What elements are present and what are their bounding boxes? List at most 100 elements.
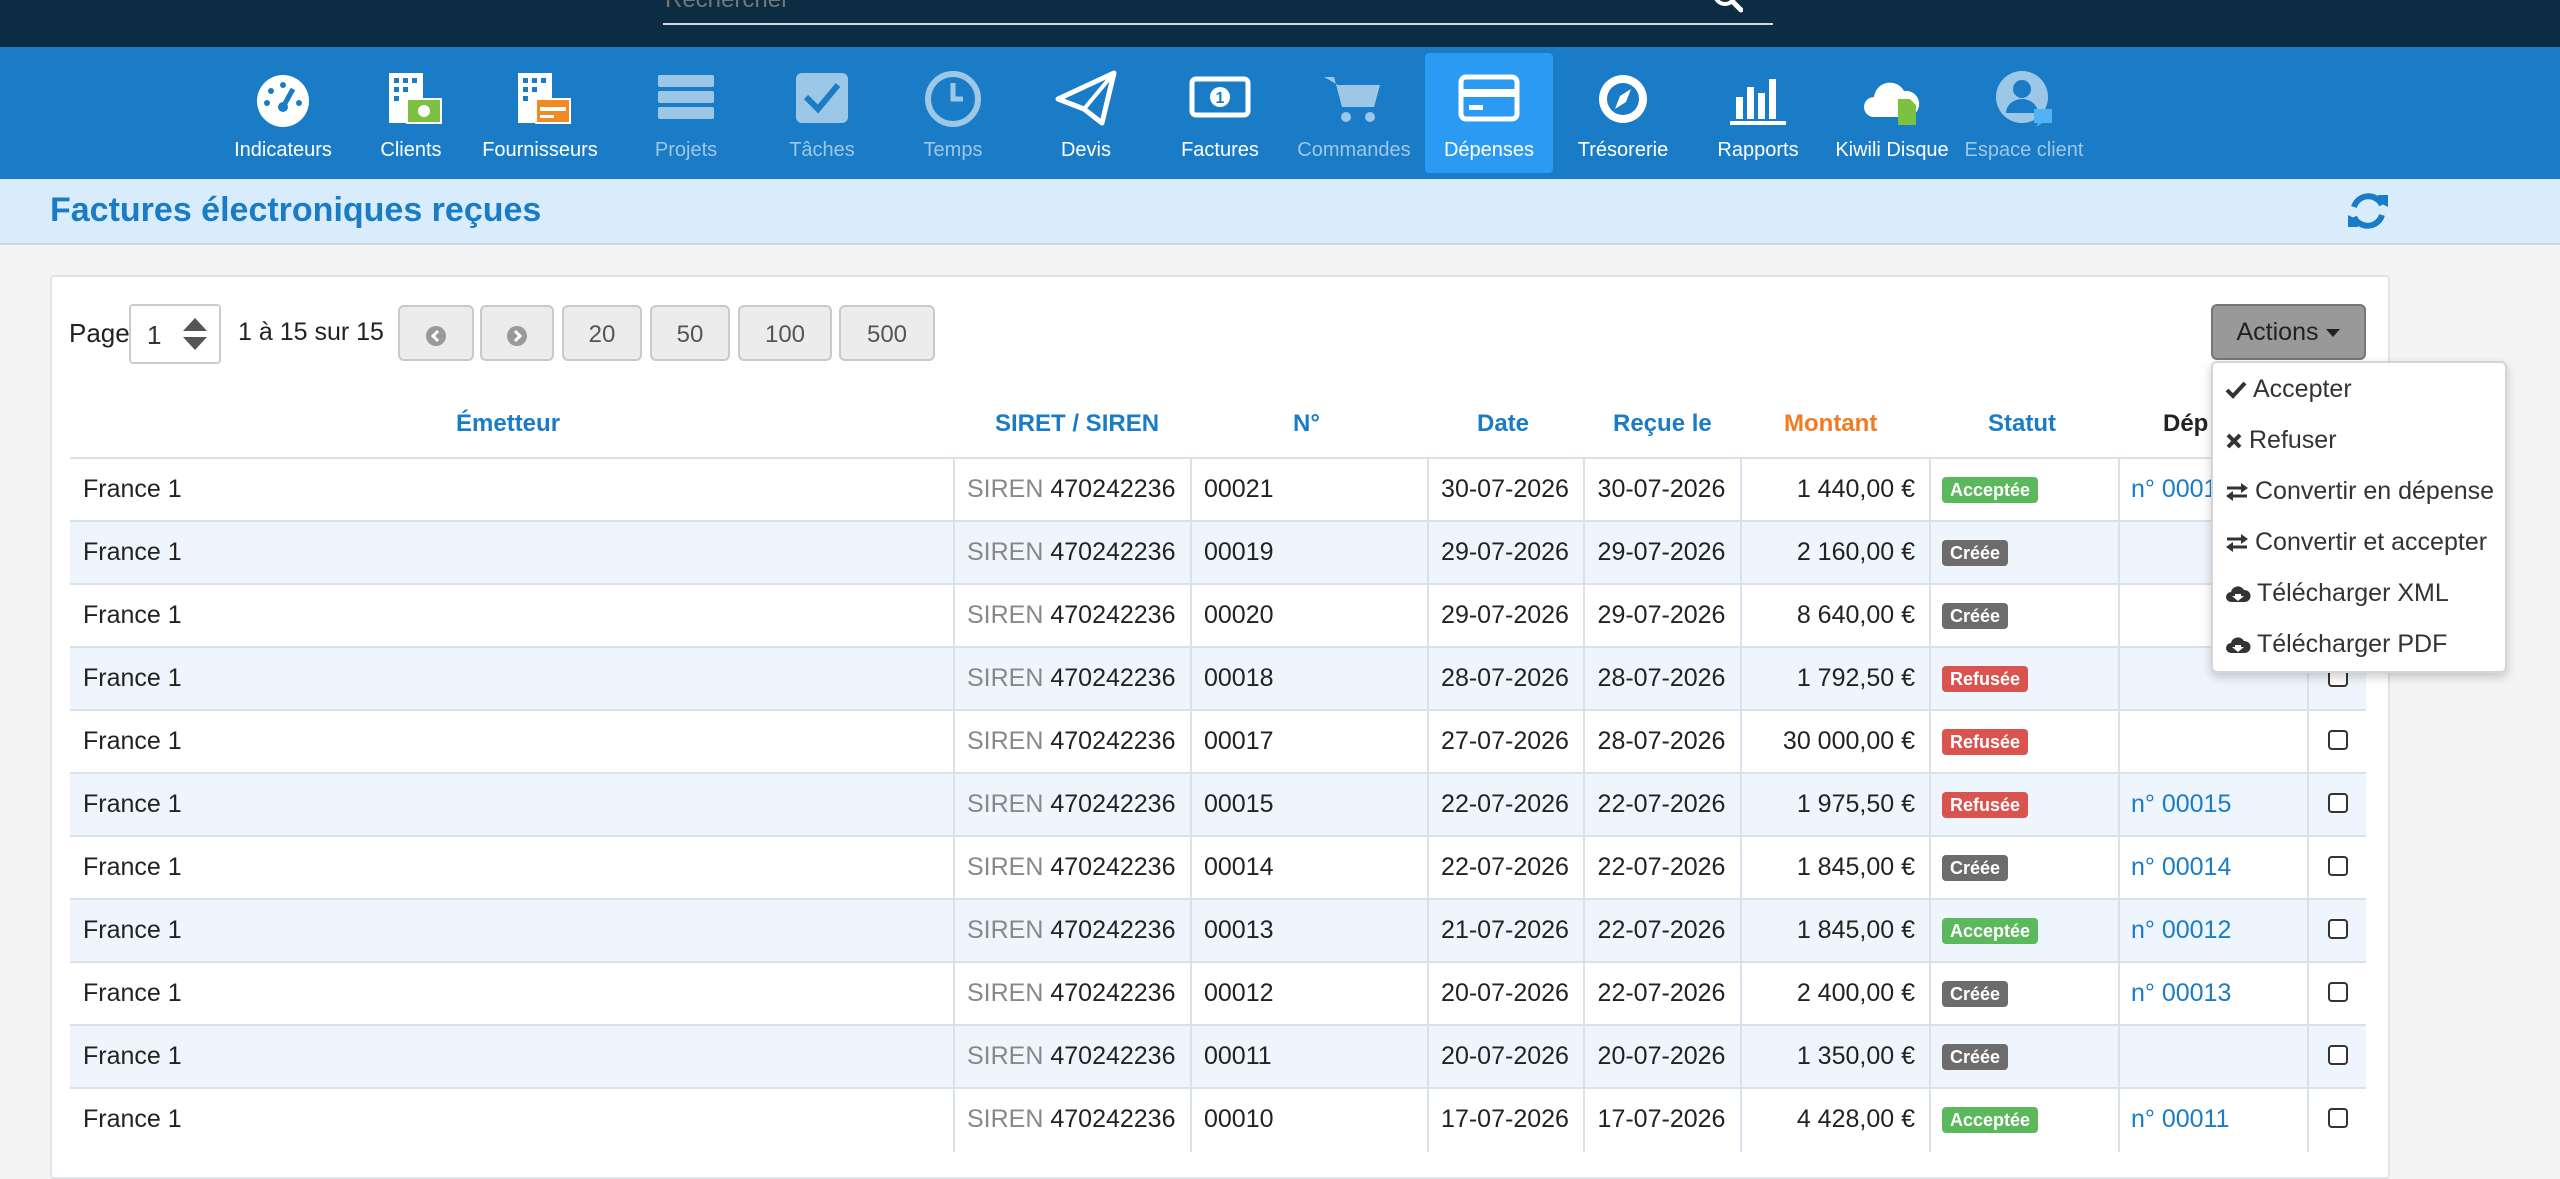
cell-date: 21-07-2026 — [1441, 916, 1569, 944]
cell-siren: SIREN 470242236 — [967, 837, 1176, 898]
column-divider — [2307, 774, 2309, 837]
nav-item-dépenses[interactable]: Dépenses — [1425, 53, 1553, 173]
nav-item-indicateurs[interactable]: Indicateurs — [219, 53, 347, 173]
column-divider — [1190, 585, 1192, 648]
col-depense[interactable]: Dép — [2163, 410, 2208, 438]
cell-numero: 00013 — [1204, 916, 1274, 944]
page-select-value: 1 — [147, 320, 162, 350]
col-statut[interactable]: Statut — [1988, 410, 2056, 438]
nav-item-fournisseurs[interactable]: Fournisseurs — [476, 53, 604, 173]
col-date[interactable]: Date — [1477, 410, 1529, 438]
nav-item-commandes[interactable]: Commandes — [1290, 53, 1418, 173]
search-input[interactable] — [663, 0, 1687, 14]
nav-item-temps[interactable]: Temps — [889, 53, 1017, 173]
table-row[interactable]: France 1 SIREN 470242236 00019 29-07-2026 29… — [70, 520, 2366, 585]
search-icon[interactable] — [1713, 0, 1743, 16]
dashboard-icon — [257, 75, 309, 127]
cell-depense-link[interactable]: n° 00012 — [2131, 900, 2231, 961]
col-emetteur[interactable]: Émetteur — [456, 410, 560, 438]
row-checkbox[interactable] — [2328, 982, 2348, 1002]
menu-item-convertir-depense[interactable]: Convertir en dépense — [2225, 471, 2494, 511]
table-row[interactable]: France 1 SIREN 470242236 00011 20-07-2026 20… — [70, 1024, 2366, 1089]
cell-date: 22-07-2026 — [1441, 790, 1569, 818]
table-row[interactable]: France 1 SIREN 470242236 00021 30-07-2026 30… — [70, 457, 2366, 522]
page-select[interactable]: 1 — [129, 304, 221, 364]
table-row[interactable]: France 1 SIREN 470242236 00014 22-07-2026 22… — [70, 835, 2366, 900]
cell-numero: 00017 — [1204, 727, 1274, 755]
menu-item-convertir-accepter[interactable]: Convertir et accepter — [2225, 522, 2487, 562]
menu-item-telecharger-pdf[interactable]: Télécharger PDF — [2225, 624, 2447, 664]
actions-button[interactable]: Actions — [2211, 304, 2366, 360]
row-checkbox[interactable] — [2328, 730, 2348, 750]
cell-emetteur: France 1 — [83, 853, 182, 881]
menu-item-telecharger-xml[interactable]: Télécharger XML — [2225, 573, 2449, 613]
column-divider — [1929, 585, 1931, 648]
table-row[interactable]: France 1 SIREN 470242236 00017 27-07-2026 28… — [70, 709, 2366, 774]
refresh-icon[interactable] — [2344, 187, 2392, 235]
nav-item-tâches[interactable]: Tâches — [758, 53, 886, 173]
siren-prefix: SIREN — [967, 853, 1044, 881]
column-divider — [1929, 837, 1931, 900]
nav-item-projets[interactable]: Projets — [622, 53, 750, 173]
prev-page-button[interactable] — [398, 305, 474, 361]
menu-item-accepter[interactable]: Accepter — [2225, 369, 2352, 409]
cell-emetteur: France 1 — [83, 1042, 182, 1070]
table-row[interactable]: France 1 SIREN 470242236 00010 17-07-2026 17… — [70, 1087, 2366, 1152]
cell-montant: 1 792,50 € — [1796, 664, 1915, 692]
nav-item-espace-client[interactable]: Espace client — [1960, 53, 2088, 173]
siren-prefix: SIREN — [967, 916, 1044, 944]
cell-depense-link[interactable]: n° 00013 — [2131, 963, 2231, 1024]
nav-item-kiwili-disque[interactable]: Kiwili Disque — [1828, 53, 1956, 173]
nav-item-clients[interactable]: Clients — [347, 53, 475, 173]
table-row[interactable]: France 1 SIREN 470242236 00020 29-07-2026 29… — [70, 583, 2366, 648]
next-page-button[interactable] — [480, 305, 554, 361]
main-nav: Indicateurs Clients Fournisseurs Projets Tâc… — [0, 47, 2560, 179]
cloud-download-icon — [2226, 637, 2251, 654]
col-recue[interactable]: Reçue le — [1613, 410, 1712, 438]
nav-item-devis[interactable]: Devis — [1022, 53, 1150, 173]
siren-number: 470242236 — [1050, 1042, 1176, 1070]
cell-date: 17-07-2026 — [1441, 1105, 1569, 1133]
col-numero[interactable]: N° — [1293, 410, 1320, 438]
spinner-arrows-icon[interactable] — [181, 316, 209, 352]
table-row[interactable]: France 1 SIREN 470242236 00015 22-07-2026 22… — [70, 772, 2366, 837]
table-row[interactable]: France 1 SIREN 470242236 00012 20-07-2026 22… — [70, 961, 2366, 1026]
cell-depense-link[interactable]: n° 00014 — [2131, 837, 2231, 898]
col-siret[interactable]: SIRET / SIREN — [995, 410, 1159, 438]
row-checkbox[interactable] — [2328, 856, 2348, 876]
nav-item-factures[interactable]: 1 Factures — [1156, 53, 1284, 173]
siren-number: 470242236 — [1050, 601, 1176, 629]
cell-depense-link[interactable]: n° 00015 — [2131, 774, 2231, 835]
nav-item-rapports[interactable]: Rapports — [1694, 53, 1822, 173]
table-row[interactable]: France 1 SIREN 470242236 00018 28-07-2026 28… — [70, 646, 2366, 711]
page-size-50-button[interactable]: 50 — [650, 305, 730, 361]
table-row[interactable]: France 1 SIREN 470242236 00013 21-07-2026 22… — [70, 898, 2366, 963]
column-divider — [1190, 774, 1192, 837]
row-checkbox[interactable] — [2328, 1045, 2348, 1065]
siren-prefix: SIREN — [967, 601, 1044, 629]
column-divider — [2307, 1026, 2309, 1089]
page-size-20-button[interactable]: 20 — [562, 305, 642, 361]
menu-item-refuser[interactable]: Refuser — [2225, 420, 2337, 460]
row-checkbox[interactable] — [2328, 1108, 2348, 1128]
nav-item-trésorerie[interactable]: Trésorerie — [1559, 53, 1687, 173]
cell-date: 20-07-2026 — [1441, 979, 1569, 1007]
cell-depense-link[interactable]: n° 00011 — [2131, 1089, 2230, 1150]
row-checkbox[interactable] — [2328, 919, 2348, 939]
column-divider — [953, 774, 955, 837]
siren-prefix: SIREN — [967, 727, 1044, 755]
row-checkbox[interactable] — [2328, 793, 2348, 813]
status-badge: Créée — [1942, 540, 2009, 567]
page-size-100-button[interactable]: 100 — [738, 305, 832, 361]
col-montant[interactable]: Montant — [1784, 410, 1877, 438]
cell-numero: 00014 — [1204, 853, 1274, 881]
cell-emetteur: France 1 — [83, 664, 182, 692]
range-text: 1 à 15 sur 15 — [238, 318, 384, 346]
column-divider — [1929, 1089, 1931, 1152]
cell-recue: 17-07-2026 — [1597, 1105, 1726, 1133]
siren-number: 470242236 — [1050, 1105, 1176, 1133]
cell-emetteur: France 1 — [83, 601, 182, 629]
cell-depense-link[interactable]: n° 0001 — [2131, 459, 2217, 520]
page-size-500-button[interactable]: 500 — [839, 305, 935, 361]
column-divider — [2307, 900, 2309, 963]
